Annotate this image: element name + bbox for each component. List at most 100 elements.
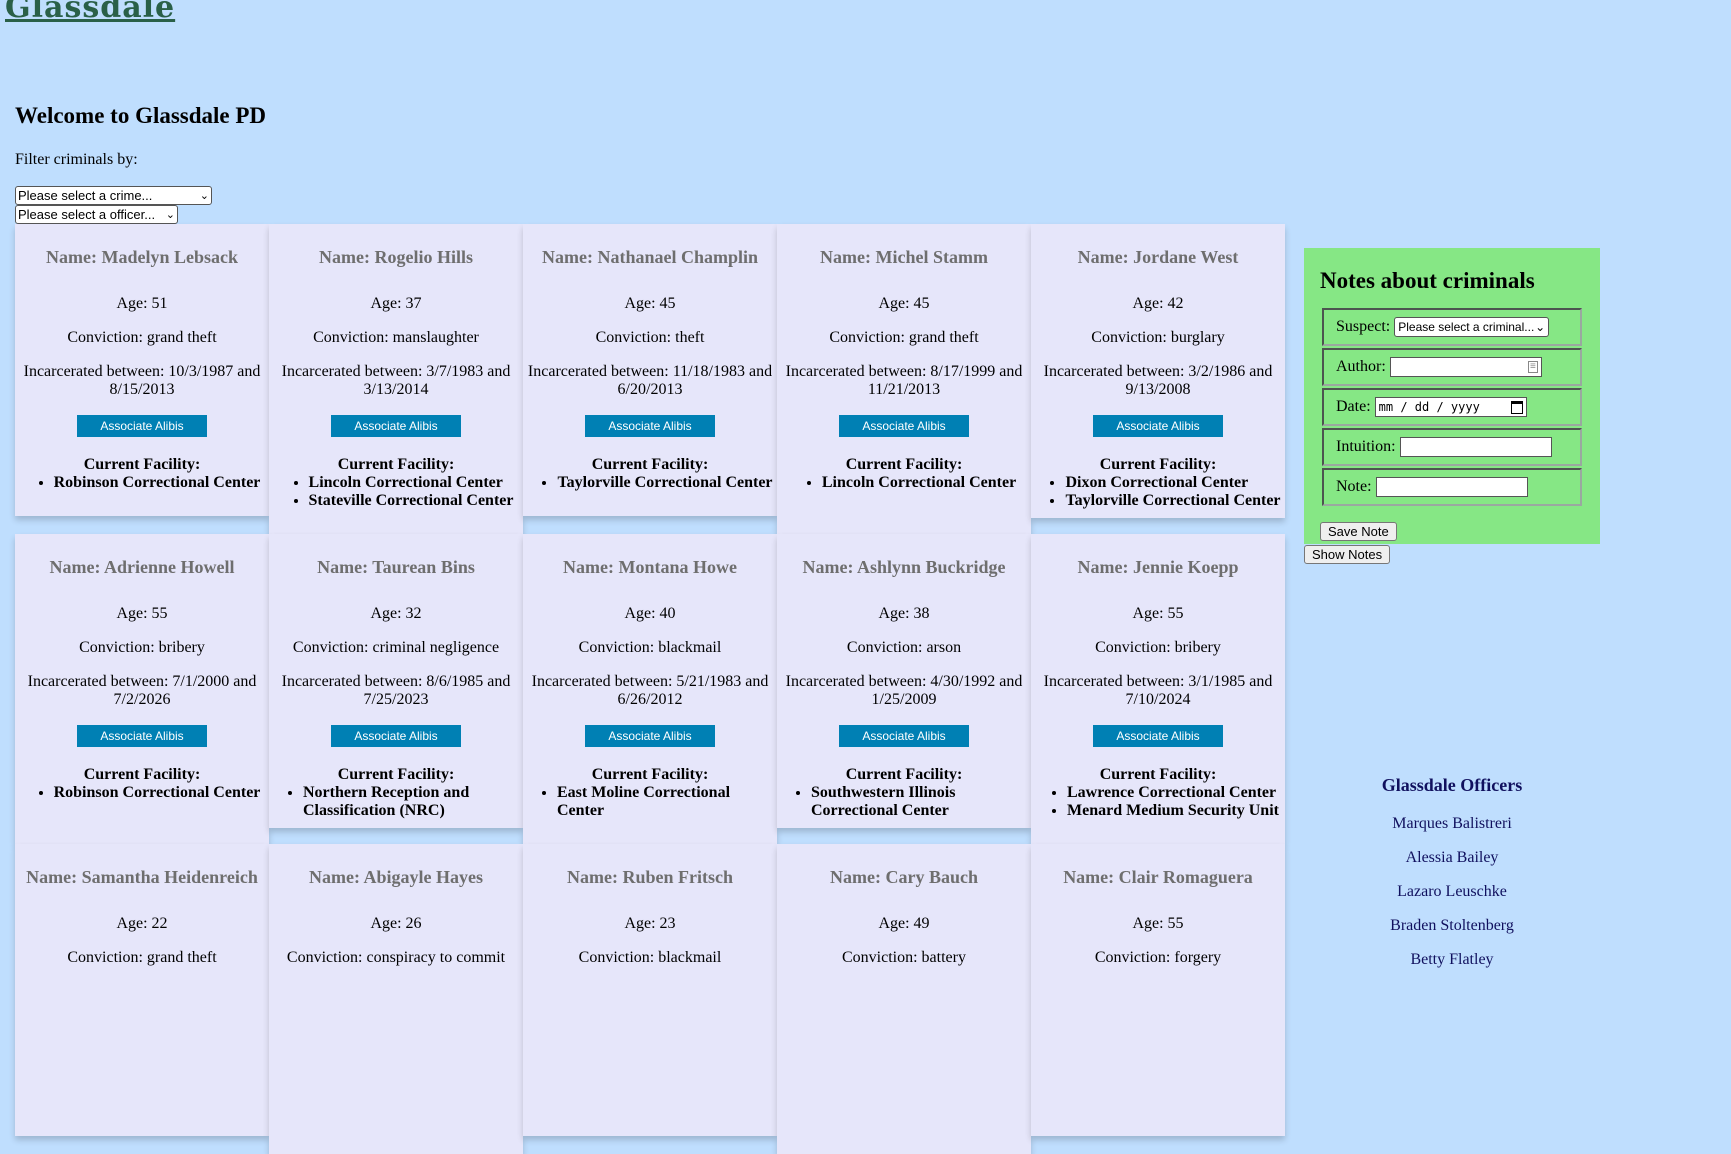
criminal-incarceration: Incarcerated between: 3/2/1986 and 9/13/… xyxy=(1043,363,1273,398)
criminal-card: Name: Ruben Fritsch Age: 23 Conviction: bl… xyxy=(523,844,777,1136)
show-notes-button[interactable]: Show Notes xyxy=(1304,545,1391,564)
criminal-name: Name: Jordane West xyxy=(1077,247,1239,267)
criminal-name: Name: Samantha Heidenreich xyxy=(26,867,258,887)
officer-filter-select[interactable]: Please select a officer... ⌄ xyxy=(15,205,178,224)
date-placeholder: mm / dd / yyyy xyxy=(1378,400,1480,414)
facility-list: East Moline Correctional Center xyxy=(527,784,773,820)
criminal-name: Name: Montana Howe xyxy=(563,557,737,577)
facility-label: Current Facility: xyxy=(337,456,455,473)
criminal-card: Name: Jordane West Age: 42 Conviction: bur… xyxy=(1031,224,1285,518)
criminal-name: Name: Ruben Fritsch xyxy=(567,867,733,887)
facility-item: Robinson Correctional Center xyxy=(54,784,261,802)
intuition-label: Intuition: xyxy=(1336,438,1396,455)
criminal-card: Name: Michel Stamm Age: 45 Conviction: gra… xyxy=(777,224,1031,534)
associate-alibis-button[interactable]: Associate Alibis xyxy=(839,415,969,437)
facility-list: Southwestern Illinois Correctional Cente… xyxy=(781,784,1027,820)
associate-alibis-button[interactable]: Associate Alibis xyxy=(77,725,207,747)
save-note-button[interactable]: Save Note xyxy=(1320,522,1397,541)
facility-section: Current Facility:Southwestern Illinois C… xyxy=(781,766,1027,820)
criminal-card: Name: Cary Bauch Age: 49 Conviction: batte… xyxy=(777,844,1031,1154)
criminal-name: Name: Cary Bauch xyxy=(830,867,978,887)
facility-item: Dixon Correctional Center xyxy=(1065,474,1280,492)
facility-label: Current Facility: xyxy=(845,766,963,783)
chevron-down-icon: ⌄ xyxy=(199,190,209,202)
criminal-name: Name: Taurean Bins xyxy=(317,557,475,577)
criminal-conviction: Conviction: conspiracy to commit xyxy=(286,949,506,966)
facility-item: Taylorville Correctional Center xyxy=(1065,492,1280,510)
facility-section: Current Facility:Lawrence Correctional C… xyxy=(1035,766,1281,820)
facility-section: Current Facility:Robinson Correctional C… xyxy=(19,456,265,492)
criminal-incarceration: Incarcerated between: 7/1/2000 and 7/2/2… xyxy=(27,673,257,708)
criminal-name: Name: Rogelio Hills xyxy=(319,247,473,267)
associate-alibis-button[interactable]: Associate Alibis xyxy=(331,415,461,437)
intuition-input[interactable] xyxy=(1399,437,1552,457)
facility-item: Northern Reception and Classification (N… xyxy=(303,784,519,820)
associate-alibis-button[interactable]: Associate Alibis xyxy=(331,725,461,747)
officer-items: Marques Balistreri Alessia Bailey Lazaro L… xyxy=(1304,815,1600,969)
criminal-conviction: Conviction: grand theft xyxy=(67,949,217,966)
author-input[interactable]: ≡ xyxy=(1389,357,1542,377)
criminal-name: Name: Jennie Koepp xyxy=(1077,557,1239,577)
criminal-age: Age: 55 xyxy=(1132,915,1184,932)
facility-item: Robinson Correctional Center xyxy=(54,474,261,492)
officer-name: Braden Stoltenberg xyxy=(1390,917,1514,934)
criminal-conviction: Conviction: grand theft xyxy=(829,329,979,346)
facility-list: Robinson Correctional Center xyxy=(24,474,261,492)
notes-form: Notes about criminals Suspect: Please se… xyxy=(1304,248,1600,544)
criminal-conviction: Conviction: burglary xyxy=(1091,329,1225,346)
officer-name: Marques Balistreri xyxy=(1392,815,1512,832)
suspect-field: Suspect: Please select a criminal... ⌄ xyxy=(1322,308,1582,346)
facility-label: Current Facility: xyxy=(337,766,455,783)
officers-list: Glassdale Officers Marques Balistreri Ale… xyxy=(1304,775,1600,985)
associate-alibis-button[interactable]: Associate Alibis xyxy=(585,725,715,747)
date-label: Date: xyxy=(1336,398,1371,415)
criminal-card: Name: Abigayle Hayes Age: 26 Conviction: c… xyxy=(269,844,523,1154)
criminal-age: Age: 51 xyxy=(116,295,168,312)
criminal-incarceration: Incarcerated between: 11/18/1983 and 6/2… xyxy=(527,363,773,398)
criminal-card: Name: Rogelio Hills Age: 37 Conviction: ma… xyxy=(269,224,523,534)
date-input[interactable]: mm / dd / yyyy xyxy=(1374,397,1527,417)
facility-section: Current Facility:East Moline Correctiona… xyxy=(527,766,773,820)
criminal-incarceration: Incarcerated between: 10/3/1987 and 8/15… xyxy=(23,363,261,398)
criminal-age: Age: 49 xyxy=(878,915,930,932)
facility-list: Taylorville Correctional Center xyxy=(527,474,772,492)
criminal-conviction: Conviction: criminal negligence xyxy=(292,639,500,656)
facility-list: Lawrence Correctional CenterMenard Mediu… xyxy=(1037,784,1279,820)
criminal-age: Age: 38 xyxy=(878,605,930,622)
associate-alibis-button[interactable]: Associate Alibis xyxy=(1093,415,1223,437)
criminal-conviction: Conviction: blackmail xyxy=(578,949,722,966)
criminal-age: Age: 45 xyxy=(624,295,676,312)
associate-alibis-button[interactable]: Associate Alibis xyxy=(839,725,969,747)
associate-alibis-button[interactable]: Associate Alibis xyxy=(1093,725,1223,747)
facility-item: Lincoln Correctional Center xyxy=(309,474,514,492)
associate-alibis-button[interactable]: Associate Alibis xyxy=(585,415,715,437)
facility-section: Current Facility:Robinson Correctional C… xyxy=(19,766,265,802)
note-input[interactable] xyxy=(1375,477,1528,497)
associate-alibis-button[interactable]: Associate Alibis xyxy=(77,415,207,437)
crime-filter-select[interactable]: Please select a crime... ⌄ xyxy=(15,186,212,205)
facility-list: Dixon Correctional CenterTaylorville Cor… xyxy=(1035,474,1280,510)
date-field: Date: mm / dd / yyyy xyxy=(1322,388,1582,426)
criminal-age: Age: 26 xyxy=(370,915,422,932)
note-label: Note: xyxy=(1336,478,1372,495)
facility-section: Current Facility:Taylorville Correctiona… xyxy=(527,456,773,492)
officer-name: Alessia Bailey xyxy=(1405,849,1499,866)
filter-label: Filter criminals by: xyxy=(15,151,138,168)
criminal-list: Name: Madelyn Lebsack Age: 51 Conviction: … xyxy=(15,224,1285,1154)
criminal-card: Name: Clair Romaguera Age: 55 Conviction: … xyxy=(1031,844,1285,1136)
criminal-incarceration: Incarcerated between: 5/21/1983 and 6/26… xyxy=(531,673,769,708)
criminal-conviction: Conviction: blackmail xyxy=(578,639,722,656)
facility-item: Southwestern Illinois Correctional Cente… xyxy=(811,784,1027,820)
facility-label: Current Facility: xyxy=(591,456,709,473)
suspect-select[interactable]: Please select a criminal... ⌄ xyxy=(1394,317,1550,337)
facility-section: Current Facility:Lincoln Correctional Ce… xyxy=(781,456,1027,492)
author-field: Author: ≡ xyxy=(1322,348,1582,386)
facility-item: Taylorville Correctional Center xyxy=(557,474,772,492)
facility-label: Current Facility: xyxy=(83,766,201,783)
criminal-age: Age: 40 xyxy=(624,605,676,622)
facility-label: Current Facility: xyxy=(1099,456,1217,473)
criminal-name: Name: Clair Romaguera xyxy=(1063,867,1253,887)
facility-list: Northern Reception and Classification (N… xyxy=(273,784,519,820)
criminal-conviction: Conviction: forgery xyxy=(1094,949,1222,966)
site-logo[interactable]: Glassdale xyxy=(5,0,175,25)
